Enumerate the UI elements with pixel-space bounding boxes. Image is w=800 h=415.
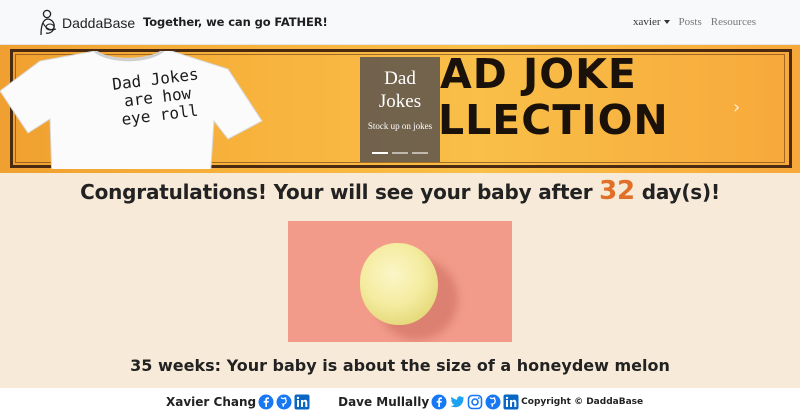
nav-right: xavier Posts Resources bbox=[633, 16, 756, 28]
banner-headline: AD JOKE LLECTION bbox=[438, 50, 669, 144]
caption-title: Dad Jokes bbox=[360, 67, 440, 113]
linkedin-icon[interactable] bbox=[503, 394, 519, 410]
caption-title-line: Jokes bbox=[378, 91, 422, 112]
congrats-prefix: Congratulations! Your will see your baby… bbox=[80, 180, 593, 204]
footer-person-1: Xavier Chang bbox=[166, 394, 257, 409]
caption-title-line: Dad bbox=[384, 68, 416, 89]
brand-name: DaddaBase bbox=[62, 15, 136, 31]
congrats-heading: Congratulations! Your will see your baby… bbox=[0, 176, 800, 206]
navbar: DaddaBase Together, we can go FATHER! xa… bbox=[0, 0, 800, 45]
facebook-icon[interactable] bbox=[431, 394, 447, 410]
copyright-text: Copyright © DaddaBase bbox=[521, 396, 644, 407]
carousel-caption: Dad Jokes Stock up on jokes bbox=[360, 67, 440, 131]
footer: Xavier Chang Dave Mullally Copyright © D… bbox=[0, 388, 800, 415]
days-count: 32 bbox=[599, 176, 635, 206]
headline-line-2: LLECTION bbox=[438, 96, 669, 144]
footer-person-2: Dave Mullally bbox=[338, 394, 430, 409]
linkedin-icon[interactable] bbox=[294, 394, 310, 410]
carousel-banner: Dad Jokes are how eye roll AD JOKE LLECT… bbox=[0, 45, 800, 173]
github-icon[interactable] bbox=[485, 394, 501, 410]
nav-link-posts[interactable]: Posts bbox=[679, 16, 702, 28]
honeydew-melon-image bbox=[360, 243, 438, 325]
headline-line-1: AD JOKE bbox=[440, 50, 637, 98]
instagram-icon[interactable] bbox=[467, 394, 483, 410]
carousel-indicators bbox=[372, 152, 428, 154]
father-baby-logo-icon bbox=[40, 9, 57, 36]
caret-down-icon bbox=[663, 20, 670, 24]
brand-link[interactable]: DaddaBase bbox=[38, 8, 135, 38]
carousel-indicator[interactable] bbox=[372, 152, 388, 154]
github-icon[interactable] bbox=[276, 394, 292, 410]
carousel-indicator[interactable] bbox=[392, 152, 408, 154]
nav-link-resources[interactable]: Resources bbox=[711, 16, 756, 28]
carousel-indicator[interactable] bbox=[412, 152, 428, 154]
tagline: Together, we can go FATHER! bbox=[143, 15, 328, 29]
congrats-suffix: day(s)! bbox=[641, 180, 720, 204]
facebook-icon[interactable] bbox=[258, 394, 274, 410]
fruit-image bbox=[288, 221, 512, 342]
carousel-next-icon[interactable]: › bbox=[733, 97, 740, 118]
user-name: xavier bbox=[633, 16, 661, 28]
baby-size-text: 35 weeks: Your baby is about the size of… bbox=[130, 356, 670, 375]
twitter-icon[interactable] bbox=[449, 394, 465, 410]
caption-subtitle: Stock up on jokes bbox=[367, 121, 433, 131]
user-dropdown[interactable]: xavier bbox=[633, 16, 670, 28]
